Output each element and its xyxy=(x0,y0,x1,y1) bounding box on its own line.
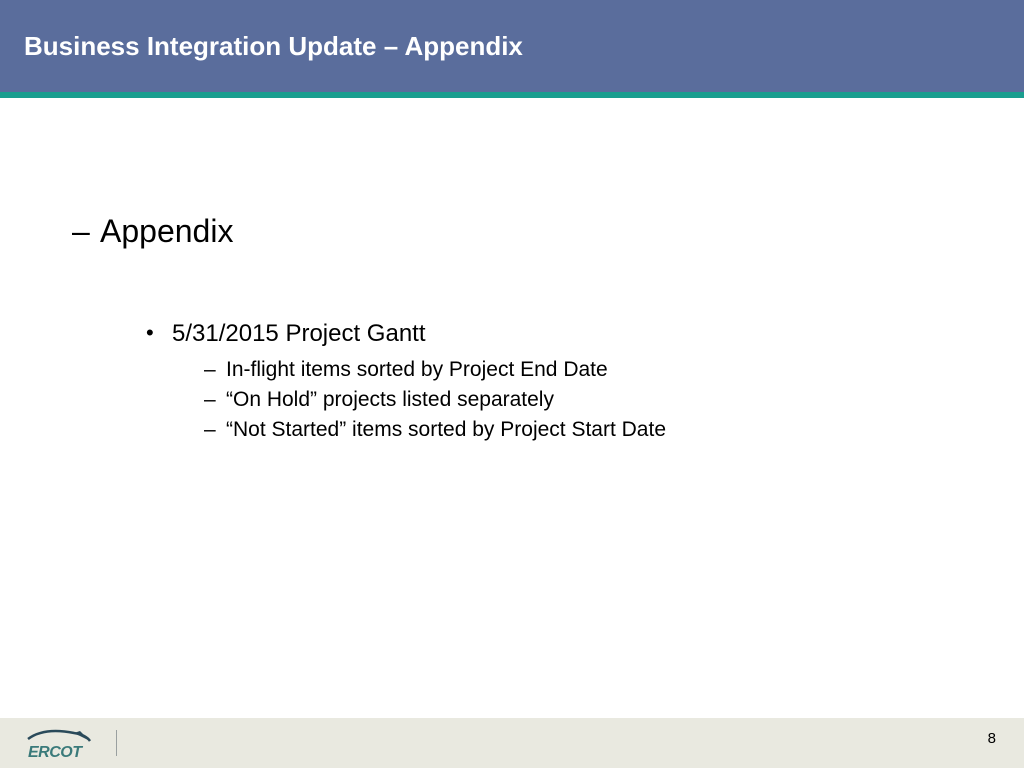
slide-title: Business Integration Update – Appendix xyxy=(24,31,523,62)
section-heading: Appendix xyxy=(100,213,1024,250)
footer-divider xyxy=(116,730,117,756)
logo: ERCOT xyxy=(24,725,117,761)
sub-bullet-item: “On Hold” projects listed separately xyxy=(226,388,1024,412)
slide-header: Business Integration Update – Appendix xyxy=(0,0,1024,92)
page-number: 8 xyxy=(988,730,996,747)
sub-bullet-item: “Not Started” items sorted by Project St… xyxy=(226,418,1024,442)
ercot-logo-icon: ERCOT xyxy=(24,725,96,761)
svg-text:ERCOT: ERCOT xyxy=(28,744,83,761)
sub-bullet-item: In-flight items sorted by Project End Da… xyxy=(226,358,1024,382)
bullet-item: 5/31/2015 Project Gantt xyxy=(172,320,1024,348)
slide-footer: ERCOT 8 xyxy=(0,718,1024,768)
slide-content: Appendix 5/31/2015 Project Gantt In-flig… xyxy=(0,98,1024,442)
